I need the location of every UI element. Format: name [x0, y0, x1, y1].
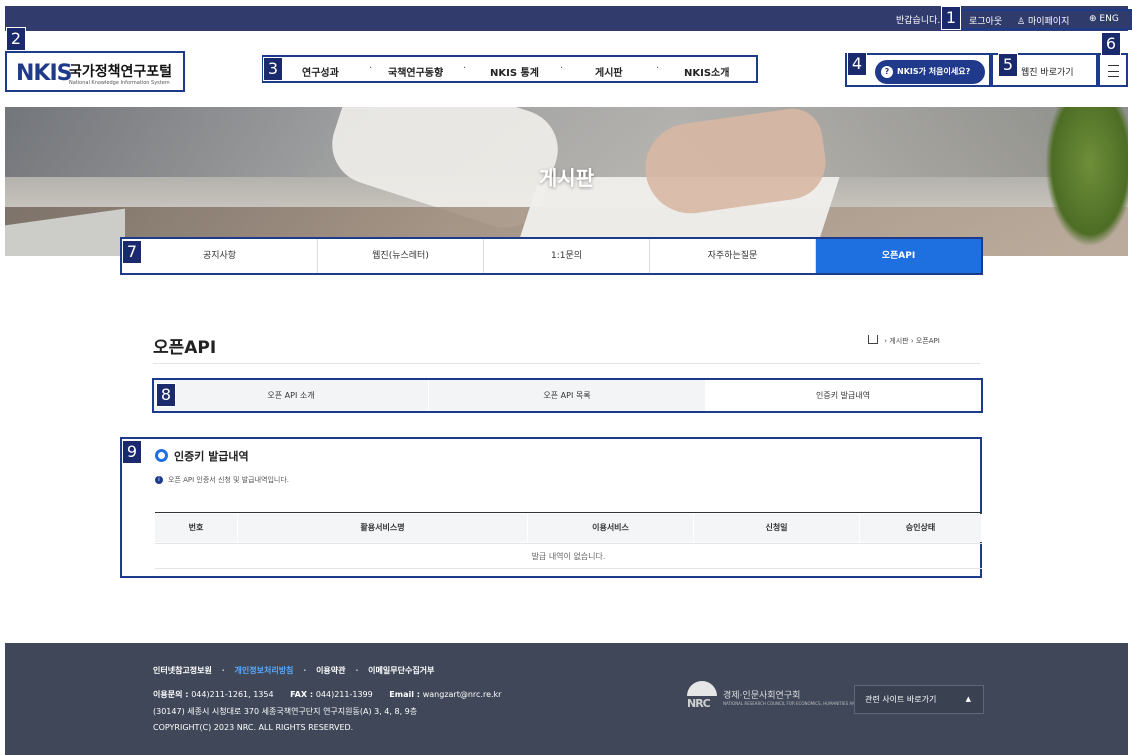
- column-header-service-name: 활용서비스명: [238, 514, 528, 542]
- footer-link-separator: ·: [355, 666, 359, 675]
- column-header-approval-status: 승인상태: [860, 514, 982, 542]
- annotation-badge-8: 8: [156, 383, 176, 407]
- annotation-badge-6: 6: [1101, 32, 1121, 56]
- logo-title: 국가정책연구포털: [69, 64, 173, 80]
- mypage-link[interactable]: ♙ 마이페이지: [1017, 14, 1069, 27]
- hero-banner: 게시판: [5, 107, 1128, 256]
- nav-separator: ·: [463, 63, 467, 74]
- breadcrumb-item-board[interactable]: 게시판: [889, 337, 908, 345]
- subtab-api-list[interactable]: 오픈 API 목록: [429, 380, 706, 411]
- language-label: ENG: [1099, 14, 1119, 24]
- footer-copyright: COPYRIGHT(C) 2023 NRC. ALL RIGHTS RESERV…: [153, 723, 354, 732]
- logout-link[interactable]: 로그아웃: [969, 14, 1002, 27]
- nav-item-research[interactable]: 연구성과: [302, 64, 339, 79]
- annotation-badge-3: 3: [263, 57, 283, 81]
- column-header-request-date: 신청일: [694, 514, 860, 542]
- contact-label: 이용문의 :: [153, 690, 192, 699]
- open-api-subtabs: 오픈 API 소개 오픈 API 목록 인증키 발급내역: [152, 378, 983, 413]
- nav-item-about[interactable]: NKIS소개: [684, 64, 729, 79]
- page: 반갑습니다. 로그아웃 ♙ 마이페이지 ⊕ ENG 1 NKIS 국가정책연구포…: [0, 0, 1132, 755]
- tab-faq[interactable]: 자주하는질문: [650, 239, 816, 273]
- subtab-api-intro[interactable]: 오픈 API 소개: [154, 380, 429, 411]
- column-header-number: 번호: [155, 514, 238, 542]
- contact-value: 044)211-1261, 1354: [191, 690, 274, 699]
- fax-label: FAX :: [290, 690, 316, 699]
- related-sites-label: 관련 사이트 바로가기: [865, 695, 937, 704]
- tab-open-api[interactable]: 오픈API: [816, 239, 981, 273]
- nav-separator: ·: [369, 63, 373, 74]
- section-ring-icon: [155, 449, 168, 462]
- section-info-text: 오픈 API 인증서 신청 및 발급내역입니다.: [168, 476, 290, 484]
- hero-title: 게시판: [538, 166, 595, 190]
- annotation-badge-1: 1: [941, 6, 961, 30]
- breadcrumb-separator: ›: [910, 337, 914, 345]
- caret-up-icon: ▲: [965, 695, 971, 703]
- nrc-name: 경제·인문사회연구회: [723, 691, 801, 701]
- email-label: Email :: [389, 690, 423, 699]
- column-header-used-service: 이용서비스: [528, 514, 694, 542]
- first-visit-label: NKIS가 처음이세요?: [897, 67, 971, 76]
- mypage-label: 마이페이지: [1027, 17, 1070, 27]
- footer-address: (30147) 세종시 시청대로 370 세종국책연구단지 연구지원동(A) 3…: [153, 707, 418, 716]
- home-icon[interactable]: [868, 335, 878, 344]
- greeting-text: 반갑습니다.: [896, 16, 941, 26]
- nav-separator: ·: [656, 63, 660, 74]
- language-link[interactable]: ⊕ ENG: [1089, 14, 1119, 24]
- nrc-logo-icon: [687, 681, 717, 696]
- nkis-logo-mark: NKIS: [16, 61, 72, 86]
- main-navigation: 연구성과 · 국책연구동향 · NKIS 통계 · 게시판 · NKIS소개: [262, 55, 758, 83]
- tab-notice[interactable]: 공지사항: [122, 239, 318, 273]
- section-title: 인증키 발급내역: [174, 450, 249, 463]
- hamburger-icon: [1108, 65, 1119, 77]
- footer-link-privacy[interactable]: 개인정보처리방침: [235, 666, 294, 675]
- site-footer: 인터넷참고정보원 · 개인정보처리방침 · 이용약관 · 이메일무단수집거부 이…: [5, 643, 1128, 755]
- tab-inquiry[interactable]: 1:1문의: [484, 239, 650, 273]
- nrc-logo[interactable]: NRC: [687, 681, 717, 711]
- first-visit-button[interactable]: ? NKIS가 처음이세요?: [875, 60, 985, 84]
- footer-link-separator: ·: [221, 666, 225, 675]
- globe-icon: ⊕: [1089, 14, 1097, 24]
- annotation-badge-5: 5: [998, 53, 1018, 77]
- footer-contact-line: 이용문의 : 044)211-1261, 1354 FAX : 044)211-…: [153, 689, 501, 700]
- footer-link-terms[interactable]: 이용약관: [316, 666, 345, 675]
- annotation-badge-7: 7: [122, 240, 142, 264]
- email-value: wangzart@nrc.re.kr: [422, 690, 502, 699]
- footer-link-email-policy[interactable]: 이메일무단수집거부: [368, 666, 434, 675]
- empty-table-message: 발급 내역이 없습니다.: [155, 543, 982, 569]
- annotation-badge-9: 9: [122, 440, 142, 464]
- menu-button[interactable]: [1098, 53, 1128, 87]
- logo-subtitle: National Knowledge Information System: [69, 80, 170, 86]
- fax-value: 044)211-1399: [315, 690, 373, 699]
- nrc-logo-text: NRC: [687, 697, 711, 710]
- breadcrumb-separator: ›: [884, 337, 888, 345]
- footer-link-separator: ·: [303, 666, 307, 675]
- footer-link-reference[interactable]: 인터넷참고정보원: [153, 666, 212, 675]
- related-sites-select[interactable]: 관련 사이트 바로가기 ▲: [854, 685, 984, 714]
- key-history-section: 인증키 발급내역 i 오픈 API 인증서 신청 및 발급내역입니다. 번호 활…: [120, 437, 982, 578]
- title-divider: [153, 363, 980, 364]
- nav-item-statistics[interactable]: NKIS 통계: [490, 64, 539, 79]
- site-logo[interactable]: NKIS 국가정책연구포털 National Knowledge Informa…: [5, 51, 185, 92]
- nav-item-board[interactable]: 게시판: [595, 64, 623, 79]
- annotation-badge-2: 2: [6, 27, 26, 51]
- breadcrumb-item-open-api: 오픈API: [915, 337, 940, 345]
- tab-webzine[interactable]: 웹진(뉴스레터): [318, 239, 484, 273]
- page-title: 오픈API: [153, 338, 217, 358]
- table-top-border: [155, 512, 982, 513]
- subtab-key-history[interactable]: 인증키 발급내역: [706, 380, 981, 411]
- user-icon: ♙: [1017, 17, 1026, 27]
- annotation-badge-4: 4: [847, 52, 867, 76]
- webzine-label: 웹진 바로가기: [1021, 68, 1074, 78]
- footer-links: 인터넷참고정보원 · 개인정보처리방침 · 이용약관 · 이메일무단수집거부: [153, 665, 434, 676]
- board-tabs: 공지사항 웹진(뉴스레터) 1:1문의 자주하는질문 오픈API: [120, 237, 983, 275]
- info-icon: i: [155, 476, 163, 484]
- nav-separator: ·: [560, 63, 564, 74]
- breadcrumb: › 게시판 › 오픈API: [868, 335, 940, 346]
- nav-item-policy-trends[interactable]: 국책연구동향: [388, 64, 443, 79]
- question-icon: ?: [881, 66, 893, 78]
- utility-links: 로그아웃 ♙ 마이페이지 ⊕ ENG: [947, 9, 1132, 30]
